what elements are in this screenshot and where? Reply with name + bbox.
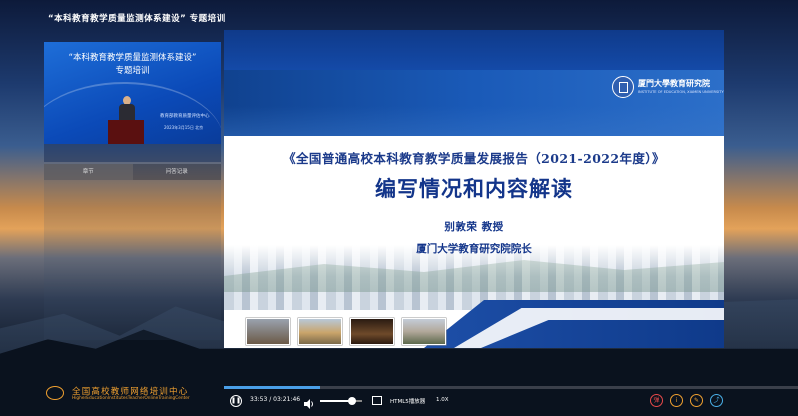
playback-progress-bar[interactable]	[224, 386, 798, 389]
video-banner-title: “本科教育教学质量监测体系建设” 专题培训	[68, 53, 197, 76]
speaker-figure	[118, 96, 136, 122]
player-controls: ❚❚ 33:53 / 03:21:46 HTML5播放器 1.0X 弹 i ✎ …	[224, 390, 798, 414]
video-organizer: 教育部教育质量评估中心	[160, 114, 210, 119]
speaker-video[interactable]: “本科教育教学质量监测体系建设” 专题培训 教育部教育质量评估中心 2023年3…	[44, 42, 221, 144]
training-center-logo-icon	[46, 386, 64, 400]
slide-report-title: 《全国普通高校本科教育教学质量发展报告（2021-2022年度）》	[283, 151, 665, 166]
volume-slider[interactable]	[320, 397, 362, 405]
training-center-english-name: HigherEducationInstitutesTeacherOnlineTr…	[72, 396, 190, 401]
slide-author: 别敦荣 教授	[444, 221, 504, 233]
slide-main-title: 编写情况和内容解读	[375, 177, 573, 201]
exam-icon[interactable]: ✎	[690, 394, 703, 407]
campus-photo	[298, 318, 342, 345]
info-icon[interactable]: i	[670, 394, 683, 407]
campus-photo	[402, 318, 446, 345]
campus-photo	[246, 318, 290, 345]
playback-time: 33:53 / 03:21:46	[250, 396, 301, 403]
share-icon[interactable]: ⤴	[710, 394, 723, 407]
picture-in-picture-icon[interactable]	[372, 396, 382, 405]
chapter-list	[44, 180, 221, 340]
pause-icon[interactable]: ❚❚	[230, 395, 242, 407]
institute-logo-name: 厦門大學教育研究院	[638, 78, 710, 88]
university-seal-icon	[612, 76, 634, 98]
playback-progress-fill	[224, 386, 321, 389]
institute-logo-subtitle: INSTITUTE OF EDUCATION, XIAMEN UNIVERSIT…	[638, 90, 724, 94]
volume-slider-handle[interactable]	[347, 397, 356, 405]
slide-viewer[interactable]: 厦門大學教育研究院 INSTITUTE OF EDUCATION, XIAMEN…	[224, 30, 724, 348]
page-title: “本科教育教学质量监测体系建设” 专题培训	[48, 14, 226, 24]
side-tabs: 章节 问答记录	[44, 164, 221, 180]
tab-chapters[interactable]: 章节	[44, 164, 133, 180]
tab-qa-records[interactable]: 问答记录	[132, 164, 221, 180]
slide-top-bar	[224, 30, 724, 70]
danmaku-icon[interactable]: 弹	[650, 394, 663, 407]
podium	[108, 120, 144, 144]
video-date: 2023年3月15日 北京	[164, 125, 204, 130]
slide-author-org: 厦门大学教育研究院院长	[416, 243, 532, 255]
playback-speed[interactable]: 1.0X	[436, 397, 449, 403]
campus-photo-strip	[246, 318, 446, 345]
volume-icon[interactable]	[304, 395, 314, 409]
player-type-label: HTML5播放器	[390, 399, 426, 405]
campus-photo	[350, 318, 394, 345]
video-info-bar	[44, 144, 221, 162]
